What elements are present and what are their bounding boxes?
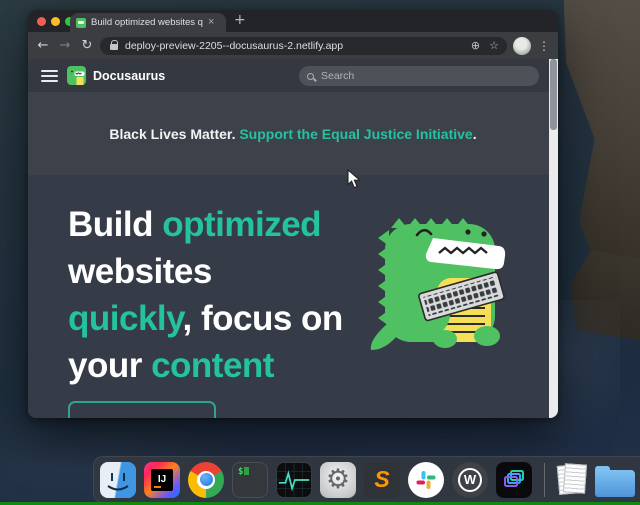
new-tab-button[interactable]: + — [234, 12, 246, 28]
tab-strip: Build optimized websites quick × + — [28, 10, 558, 32]
overlapping-screens-icon — [503, 469, 525, 491]
announcement-link[interactable]: Support the Equal Justice Initiative — [239, 126, 472, 142]
gear-icon: ⚙ — [326, 466, 350, 493]
forward-icon: → — [54, 38, 76, 53]
hamburger-menu-icon[interactable] — [41, 70, 58, 82]
browser-menu-icon[interactable]: ⋮ — [538, 39, 550, 53]
dock-icon-screen-share-app[interactable] — [496, 462, 532, 498]
terminal-prompt-glyph: $ — [238, 467, 243, 477]
hero-heading: Build optimized websites quickly, focus … — [68, 201, 398, 389]
dock-divider — [544, 463, 545, 497]
tab-title: Build optimized websites quick — [91, 17, 203, 28]
dock-icon-activity-monitor[interactable] — [276, 462, 312, 498]
dock-icon-sublime-text[interactable]: S — [364, 462, 400, 498]
dock-icon-intellij-idea[interactable]: IJ — [144, 462, 180, 498]
desktop: Build optimized websites quick × + ← → ↻… — [0, 0, 640, 505]
url-text: deploy-preview-2205--docusaurus-2.netlif… — [125, 40, 462, 52]
close-window-button[interactable] — [37, 17, 46, 26]
search-input[interactable] — [321, 70, 531, 82]
scrollbar-thumb[interactable] — [550, 59, 557, 130]
announcement-text: Black Lives Matter. — [109, 126, 239, 142]
sublime-glyph: S — [374, 466, 389, 493]
dock-icon-downloads-folder[interactable] — [595, 470, 635, 497]
dock-icon-slack[interactable] — [408, 462, 444, 498]
intellij-glyph: IJ — [151, 469, 173, 491]
docusaurus-favicon-icon — [76, 18, 86, 28]
slack-pinwheel-icon — [416, 470, 436, 490]
mouse-cursor — [347, 169, 361, 189]
reload-icon[interactable]: ↻ — [76, 38, 98, 53]
hero-cta-button[interactable] — [68, 401, 216, 418]
announcement-bar: Black Lives Matter. Support the Equal Ju… — [28, 92, 558, 175]
page-scrollbar[interactable] — [549, 59, 558, 418]
announcement-suffix: . — [473, 126, 477, 142]
workplace-glyph: W — [464, 472, 476, 487]
site-navbar: Docusaurus — [28, 59, 558, 92]
docusaurus-logo-icon[interactable] — [67, 66, 86, 85]
bookmark-star-icon[interactable]: ☆ — [489, 39, 499, 52]
dock-icon-finder[interactable] — [100, 462, 136, 498]
browser-toolbar: ← → ↻ deploy-preview-2205--docusaurus-2.… — [28, 32, 558, 59]
address-bar[interactable]: deploy-preview-2205--docusaurus-2.netlif… — [100, 37, 507, 55]
tab-close-icon[interactable]: × — [208, 17, 214, 28]
back-icon[interactable]: ← — [32, 38, 54, 53]
browser-tab[interactable]: Build optimized websites quick × — [70, 13, 226, 32]
lock-icon[interactable] — [110, 44, 118, 50]
search-box[interactable] — [299, 66, 539, 86]
hero-section: Build optimized websites quickly, focus … — [28, 175, 558, 418]
site-title[interactable]: Docusaurus — [93, 69, 165, 83]
dock-icon-chrome[interactable] — [188, 462, 224, 498]
dock-icon-terminal[interactable]: $ — [232, 462, 268, 498]
search-icon — [307, 73, 314, 80]
page-viewport: Docusaurus Black Lives Matter. Support t… — [28, 59, 558, 418]
zoom-page-icon[interactable]: ⊕ — [471, 39, 480, 52]
dock-icon-system-preferences[interactable]: ⚙ — [320, 462, 356, 498]
window-controls — [37, 17, 74, 26]
dock-icon-documents-stack[interactable] — [557, 462, 587, 498]
profile-avatar[interactable] — [513, 37, 531, 55]
dock: IJ $ ⚙ S — [93, 456, 640, 503]
docusaurus-mascot-illustration — [365, 208, 515, 356]
minimize-window-button[interactable] — [51, 17, 60, 26]
browser-window: Build optimized websites quick × + ← → ↻… — [28, 10, 558, 418]
dock-icon-workplace[interactable]: W — [452, 462, 488, 498]
